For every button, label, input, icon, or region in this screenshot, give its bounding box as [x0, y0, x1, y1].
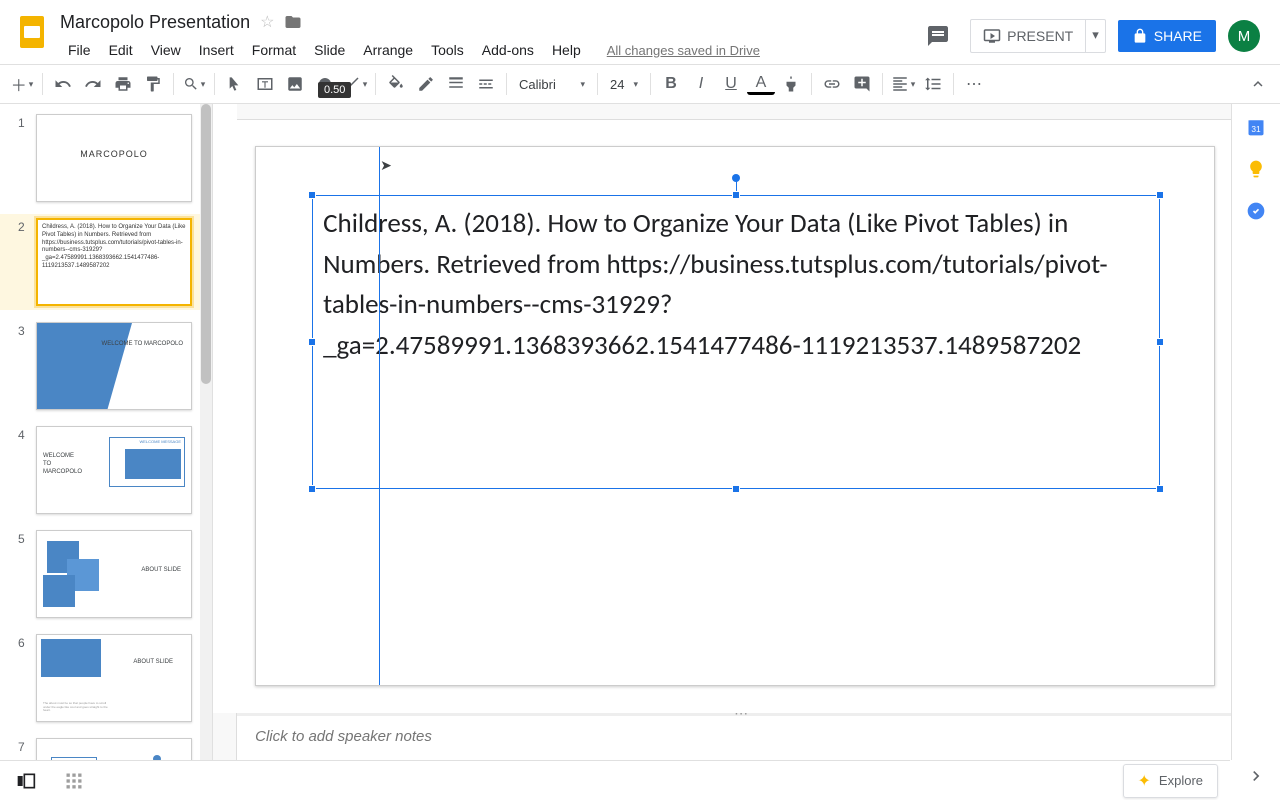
resize-handle-b[interactable]	[732, 485, 740, 493]
slide-thumbnail-1[interactable]: 1 MARCOPOLO	[0, 110, 212, 206]
ruler-tooltip: 0.50	[318, 82, 351, 98]
comments-button[interactable]	[918, 16, 958, 56]
menu-tools[interactable]: Tools	[423, 38, 472, 62]
present-button[interactable]: PRESENT	[970, 19, 1086, 53]
font-select[interactable]: Calibri▾	[513, 73, 591, 96]
toolbar: ＋▾ ▾ ▾ Calibri▾ 24▾ B I U A ▾ ⋯	[0, 64, 1280, 104]
menu-arrange[interactable]: Arrange	[355, 38, 421, 62]
tasks-icon[interactable]	[1245, 200, 1267, 222]
bold-button[interactable]: B	[657, 70, 685, 98]
keep-icon[interactable]	[1245, 158, 1267, 180]
font-size-select[interactable]: 24▾	[604, 73, 644, 96]
menu-help[interactable]: Help	[544, 38, 589, 62]
cursor-icon: ➤	[380, 157, 392, 174]
title-area: Marcopolo Presentation ☆ File Edit View …	[60, 8, 918, 64]
underline-button[interactable]: U	[717, 70, 745, 98]
slide-panel-scrollbar[interactable]	[200, 104, 212, 760]
resize-handle-tl[interactable]	[308, 191, 316, 199]
resize-handle-l[interactable]	[308, 338, 316, 346]
grid-view-button[interactable]	[60, 767, 88, 795]
border-dash-button[interactable]	[472, 70, 500, 98]
text-box[interactable]: Childress, A. (2018). How to Organize Yo…	[312, 195, 1160, 489]
text-color-button[interactable]: A	[747, 73, 775, 95]
notes-resize-handle[interactable]	[237, 713, 1231, 716]
bottom-bar: ✦ Explore	[0, 760, 1230, 800]
menu-slide[interactable]: Slide	[306, 38, 353, 62]
menu-file[interactable]: File	[60, 38, 99, 62]
menu-addons[interactable]: Add-ons	[474, 38, 542, 62]
menu-bar: File Edit View Insert Format Slide Arran…	[60, 36, 918, 64]
slide-thumbnail-2[interactable]: 2 Childress, A. (2018). How to Organize …	[0, 214, 212, 310]
present-label: PRESENT	[1007, 28, 1073, 44]
header: Marcopolo Presentation ☆ File Edit View …	[0, 0, 1280, 64]
resize-handle-tr[interactable]	[1156, 191, 1164, 199]
menu-format[interactable]: Format	[244, 38, 304, 62]
undo-button[interactable]	[49, 70, 77, 98]
star-icon[interactable]: ☆	[260, 12, 274, 32]
canvas-area: ➤ Childress, A. (2018). How to Organize …	[213, 104, 1231, 760]
resize-handle-r[interactable]	[1156, 338, 1164, 346]
slide-thumbnail-5[interactable]: 5 ABOUT SLIDE	[0, 526, 212, 622]
slide-thumbnail-3[interactable]: 3 WELCOME TO MARCOPOLO	[0, 318, 212, 414]
slide-panel[interactable]: 1 MARCOPOLO 2 Childress, A. (2018). How …	[0, 104, 213, 760]
doc-title[interactable]: Marcopolo Presentation	[60, 12, 250, 33]
folder-icon[interactable]	[284, 13, 302, 31]
line-spacing-button[interactable]	[919, 70, 947, 98]
slide-thumbnail-4[interactable]: 4 WELCOME TO MARCOPOLO WELCOME MESSAGE	[0, 422, 212, 518]
menu-insert[interactable]: Insert	[191, 38, 242, 62]
speaker-notes[interactable]: Click to add speaker notes	[237, 716, 1231, 760]
present-dropdown[interactable]: ▾	[1086, 19, 1106, 53]
resize-handle-bl[interactable]	[308, 485, 316, 493]
textbox-tool[interactable]	[251, 70, 279, 98]
explore-button[interactable]: ✦ Explore	[1123, 764, 1218, 798]
comment-add-button[interactable]	[848, 70, 876, 98]
italic-button[interactable]: I	[687, 70, 715, 98]
redo-button[interactable]	[79, 70, 107, 98]
border-weight-button[interactable]	[442, 70, 470, 98]
fill-color-button[interactable]	[382, 70, 410, 98]
new-slide-button[interactable]: ＋▾	[8, 70, 36, 98]
main: 1 MARCOPOLO 2 Childress, A. (2018). How …	[0, 104, 1280, 760]
text-box-content[interactable]: Childress, A. (2018). How to Organize Yo…	[313, 196, 1159, 374]
slide-thumbnail-6[interactable]: 6 ABOUT SLIDE The about must be so that …	[0, 630, 212, 726]
share-button[interactable]: SHARE	[1118, 20, 1216, 52]
menu-view[interactable]: View	[143, 38, 189, 62]
avatar[interactable]: M	[1228, 20, 1260, 52]
share-label: SHARE	[1154, 28, 1202, 44]
resize-handle-t[interactable]	[732, 191, 740, 199]
horizontal-ruler[interactable]	[237, 104, 1231, 120]
resize-handle-br[interactable]	[1156, 485, 1164, 493]
save-status[interactable]: All changes saved in Drive	[607, 43, 760, 58]
slides-logo[interactable]	[12, 12, 52, 52]
zoom-button[interactable]: ▾	[180, 70, 208, 98]
link-button[interactable]	[818, 70, 846, 98]
filmstrip-view-button[interactable]	[12, 767, 40, 795]
border-color-button[interactable]	[412, 70, 440, 98]
right-side-panel: 31	[1231, 104, 1280, 760]
explore-label: Explore	[1159, 773, 1203, 788]
header-right: PRESENT ▾ SHARE M	[918, 8, 1272, 56]
calendar-icon[interactable]: 31	[1245, 116, 1267, 138]
align-button[interactable]: ▾	[889, 70, 917, 98]
menu-edit[interactable]: Edit	[101, 38, 141, 62]
more-button[interactable]: ⋯	[960, 70, 988, 98]
svg-text:31: 31	[1251, 124, 1261, 134]
select-tool[interactable]	[221, 70, 249, 98]
collapse-toolbar-button[interactable]	[1244, 70, 1272, 98]
rotate-handle[interactable]	[732, 174, 740, 182]
show-side-panel-button[interactable]	[1242, 762, 1270, 790]
print-button[interactable]	[109, 70, 137, 98]
guide-line[interactable]	[379, 147, 380, 685]
highlight-button[interactable]	[777, 70, 805, 98]
explore-icon: ✦	[1138, 771, 1151, 791]
image-tool[interactable]	[281, 70, 309, 98]
paint-format-button[interactable]	[139, 70, 167, 98]
slide-canvas[interactable]: ➤ Childress, A. (2018). How to Organize …	[255, 146, 1215, 686]
slide-thumbnail-7[interactable]: 7 OUR SERVICE	[0, 734, 212, 760]
